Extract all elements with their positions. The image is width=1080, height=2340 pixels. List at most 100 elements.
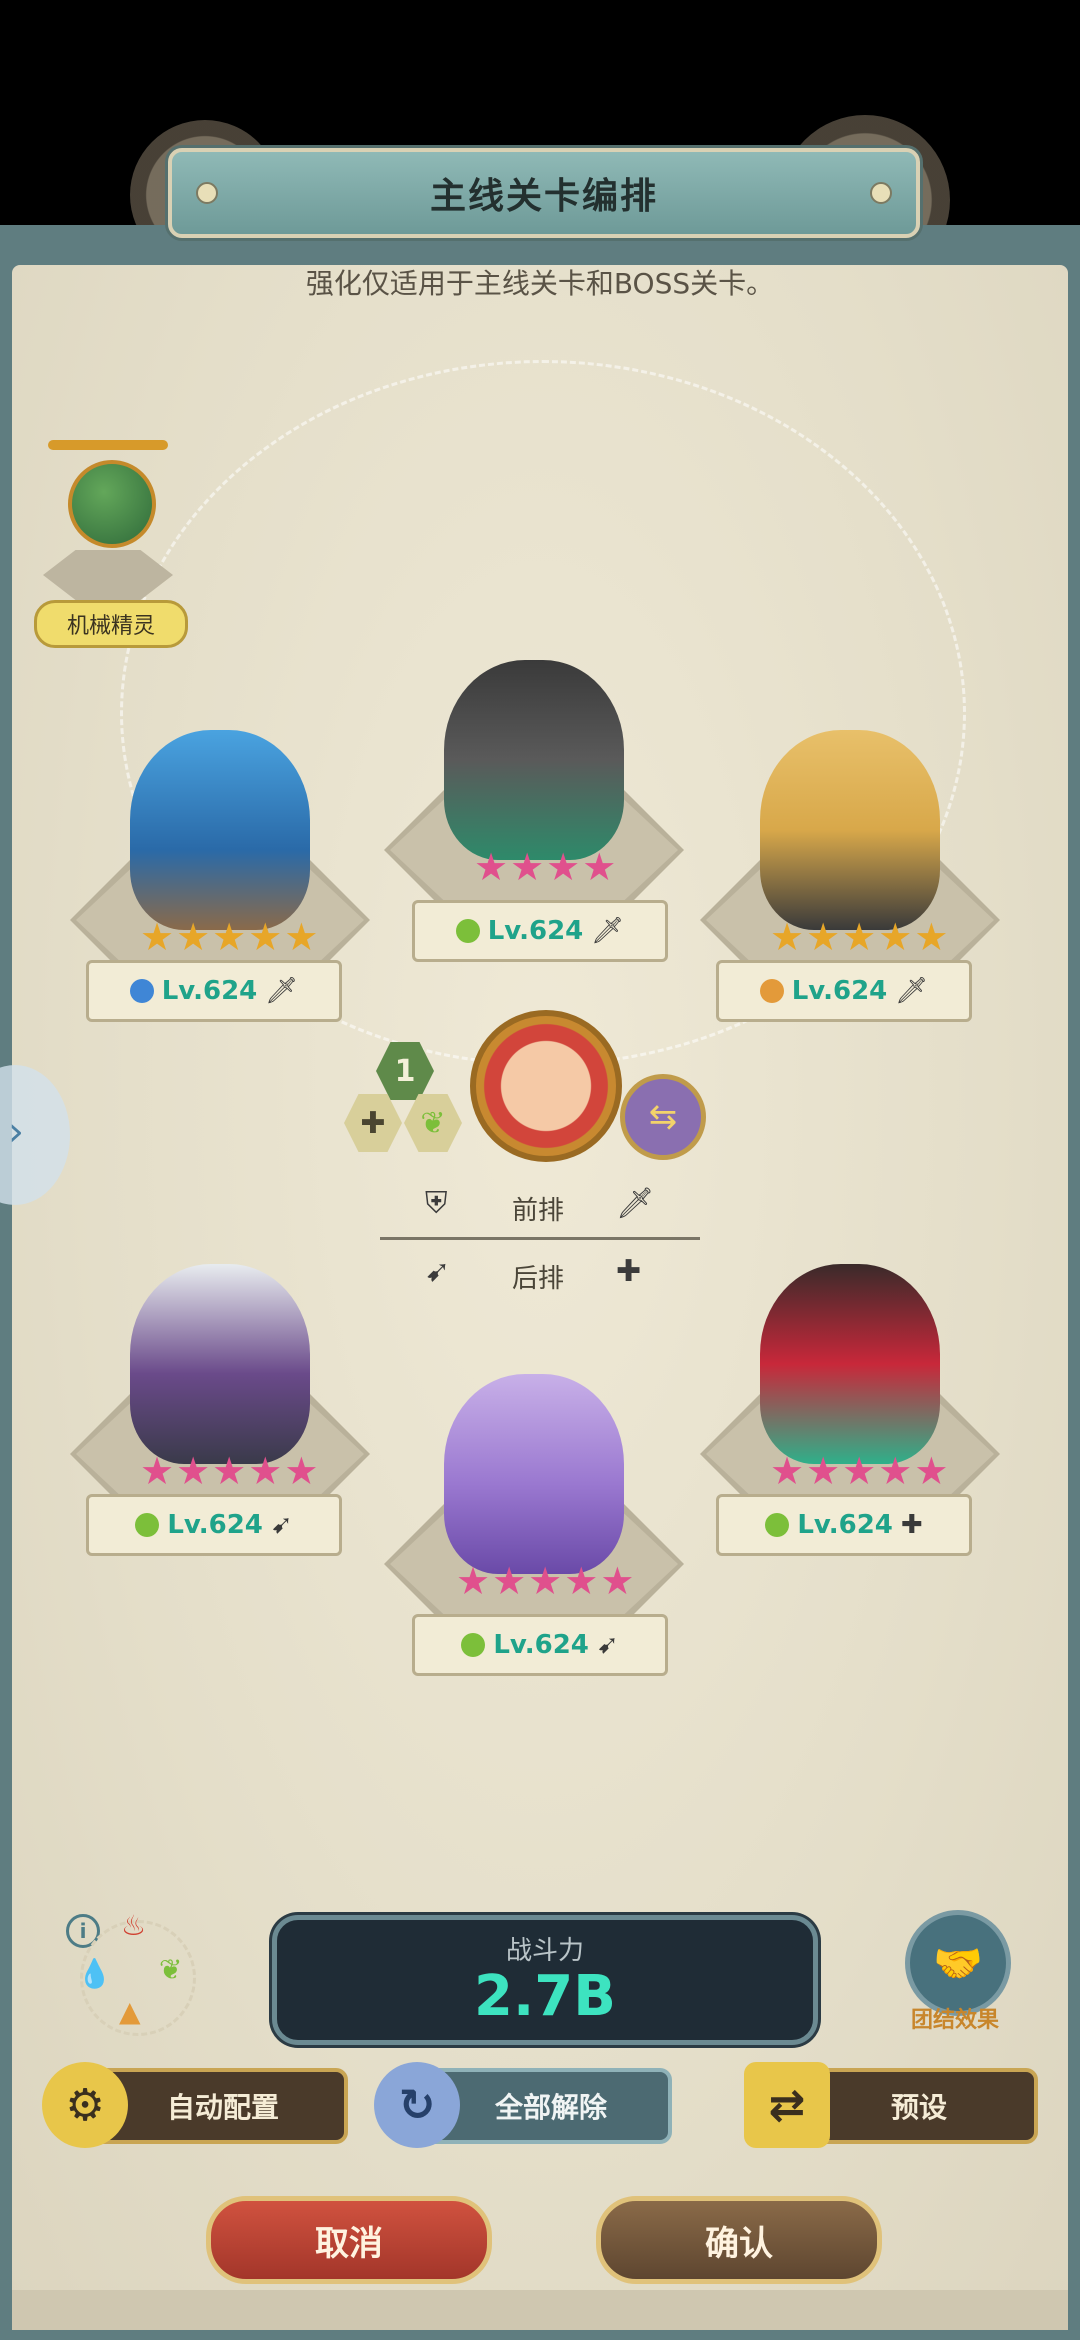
hero-sprite (444, 660, 624, 860)
hero-slot-1[interactable]: ★ ★ ★ ★ ★ Lv.624 🗡 (70, 730, 390, 1030)
spirit-pedestal (43, 550, 173, 600)
unity-effect-label: 团结效果 (910, 2008, 999, 2033)
combat-power-value: 2.7B (474, 1964, 616, 2029)
rivet-left (196, 182, 218, 204)
wind-icon (765, 1513, 790, 1537)
wind-icon (461, 1633, 486, 1657)
unity-effect-button[interactable]: 🤝 (905, 1910, 1011, 2016)
title-banner: 主线关卡编排 (168, 148, 920, 238)
release-icon: ↻ (374, 2062, 460, 2148)
hero-sprite (444, 1374, 624, 1574)
fire-element-icon: ♨ (121, 1909, 147, 1942)
star-icon: ★ (212, 915, 247, 959)
level-box: Lv.624 🗡 (86, 960, 342, 1022)
star-icon: ★ (770, 915, 805, 959)
star-rating: ★ ★ ★ ★ ★ (456, 1562, 634, 1600)
star-icon: ★ (770, 1449, 805, 1493)
star-rating: ★ ★ ★ ★ ★ (770, 918, 948, 956)
bow-icon: ➹ (425, 1254, 451, 1289)
star-icon: ★ (914, 915, 949, 959)
preset-label: 预设 (890, 2091, 947, 2124)
level-text: Lv.624 (493, 1630, 589, 1660)
swap-leader-button[interactable]: ⇆ (620, 1074, 706, 1160)
star-icon: ★ (806, 1449, 841, 1493)
gear-icon: ⚙ (42, 2062, 128, 2148)
level-text: Lv.624 (167, 1510, 263, 1540)
sword-icon: 🗡 (895, 976, 929, 1006)
star-icon: ★ (914, 1449, 949, 1493)
leader-portrait[interactable] (470, 1010, 622, 1162)
auto-config-label: 自动配置 (166, 2091, 279, 2124)
hero-slot-6[interactable]: ★ ★ ★ ★ ★ Lv.624 ✚ (700, 1264, 1020, 1564)
shield-icon: ⛨ (425, 1186, 448, 1221)
star-icon: ★ (806, 915, 841, 959)
row-divider (380, 1237, 700, 1240)
level-box: Lv.624 ➹ (86, 1494, 342, 1556)
star-icon: ★ (248, 915, 283, 959)
hero-slot-2[interactable]: ★ ★ ★ ★ Lv.624 🗡 (384, 660, 704, 962)
star-icon: ★ (546, 845, 581, 889)
star-rating: ★ ★ ★ ★ ★ (140, 1452, 318, 1490)
star-icon: ★ (456, 1559, 491, 1603)
level-text: Lv.624 (487, 916, 584, 946)
level-box: Lv.624 🗡 (716, 960, 972, 1022)
leader-rank-text: 1 (394, 1053, 416, 1089)
hero-sprite (760, 730, 940, 930)
bow-icon: ➹ (596, 1630, 619, 1660)
hero-sprite (130, 1264, 310, 1464)
auto-config-button[interactable]: ⚙ 自动配置 (42, 2062, 348, 2148)
star-icon: ★ (842, 1449, 877, 1493)
hero-sprite (130, 730, 310, 930)
bow-icon: ➹ (270, 1510, 293, 1540)
sword-icon: 🗡 (616, 1186, 655, 1221)
wind-icon (135, 1513, 160, 1537)
hero-slot-4[interactable]: ★ ★ ★ ★ ★ Lv.624 ➹ (70, 1264, 390, 1564)
propeller-icon (48, 440, 168, 450)
panel-footer (12, 2290, 1068, 2330)
chevron-right-icon: › (8, 1109, 24, 1155)
hero-slot-5[interactable]: ★ ★ ★ ★ ★ Lv.624 ➹ (384, 1374, 704, 1676)
clear-all-button[interactable]: ↻ 全部解除 (374, 2062, 672, 2148)
wind-element-icon: ❦ (159, 1953, 183, 1986)
water-icon (129, 979, 154, 1003)
star-icon: ★ (878, 915, 913, 959)
star-icon: ★ (600, 1559, 635, 1603)
sword-icon: 🗡 (265, 976, 299, 1006)
star-icon: ★ (474, 845, 509, 889)
fire-icon (759, 979, 784, 1003)
star-rating: ★ ★ ★ ★ ★ (770, 1452, 948, 1490)
star-icon: ★ (248, 1449, 283, 1493)
clear-all-label: 全部解除 (494, 2091, 607, 2124)
star-icon: ★ (564, 1559, 599, 1603)
combat-power-label: 战斗力 (505, 1936, 584, 1966)
subtitle: 强化仅适用于主线关卡和BOSS关卡。 (305, 267, 775, 300)
star-icon: ★ (284, 1449, 319, 1493)
swap-arrows-icon: ⇄ (744, 2062, 830, 2148)
confirm-button[interactable]: 确认 (596, 2196, 882, 2284)
level-text: Lv.624 (161, 976, 258, 1006)
star-icon: ★ (140, 1449, 175, 1493)
page-title: 主线关卡编排 (429, 176, 658, 217)
star-rating: ★ ★ ★ ★ (474, 848, 616, 886)
spirit-label: 机械精灵 (34, 600, 188, 648)
rivet-right (870, 182, 892, 204)
star-icon: ★ (140, 915, 175, 959)
star-icon: ★ (176, 915, 211, 959)
level-box: Lv.624 🗡 (412, 900, 668, 962)
preset-button[interactable]: ⇄ 预设 (744, 2062, 1038, 2148)
earth-element-icon: ▲ (119, 1995, 141, 2028)
level-box: Lv.624 ✚ (716, 1494, 972, 1556)
star-icon: ★ (878, 1449, 913, 1493)
healer-icon: ✚ (616, 1254, 642, 1289)
handshake-icon: 🤝 (933, 1940, 983, 1987)
element-wheel[interactable]: ♨ 💧 ❦ ▲ (77, 1909, 196, 2036)
star-icon: ★ (212, 1449, 247, 1493)
back-row-label: 后排 (512, 1264, 565, 1294)
healer-icon: ✚ (900, 1510, 923, 1540)
hero-slot-3[interactable]: ★ ★ ★ ★ ★ Lv.624 🗡 (700, 730, 1020, 1030)
star-rating: ★ ★ ★ ★ ★ (140, 918, 318, 956)
star-icon: ★ (842, 915, 877, 959)
cancel-button[interactable]: 取消 (206, 2196, 492, 2284)
water-element-icon: 💧 (77, 1957, 112, 1990)
combat-power-panel: 战斗力 2.7B (272, 1915, 818, 2045)
